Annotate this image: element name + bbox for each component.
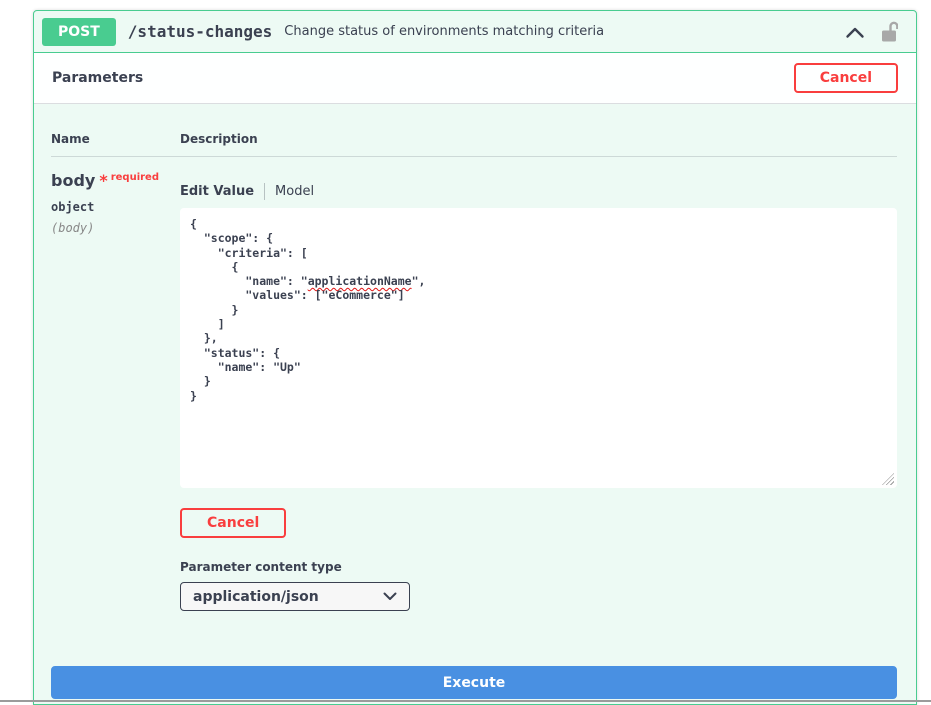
endpoint-path: /status-changes: [128, 22, 273, 41]
swagger-page: POST /status-changes Change status of en…: [0, 0, 931, 705]
parameters-title: Parameters: [52, 70, 143, 86]
param-in: (body): [51, 221, 180, 235]
unlocked-padlock-icon[interactable]: [880, 20, 898, 43]
required-star: *: [99, 171, 107, 190]
chevron-up-icon[interactable]: [845, 24, 865, 40]
param-name: body* required: [51, 171, 180, 190]
required-label: required: [111, 172, 159, 183]
column-header-name: Name: [51, 132, 180, 146]
parameters-section-header: Parameters Cancel: [34, 53, 916, 104]
opblock-post: POST /status-changes Change status of en…: [33, 10, 917, 705]
execute-wrap: Execute: [51, 666, 897, 699]
misspelled-word: applicationName: [308, 274, 412, 288]
parameters-content: Name Description body* required object (b…: [34, 104, 916, 699]
content-type-select[interactable]: application/json: [180, 582, 410, 611]
body-editor[interactable]: { "scope": { "criteria": [ { "name": "ap…: [180, 208, 897, 488]
tab-separator: [264, 183, 265, 200]
tab-edit-value[interactable]: Edit Value: [180, 184, 254, 199]
column-header-description: Description: [180, 132, 897, 146]
content-type-label: Parameter content type: [180, 560, 897, 574]
method-badge: POST: [42, 18, 116, 46]
body-param-row: body* required object (body) Edit Value M…: [51, 157, 897, 611]
header-icons: [845, 20, 898, 43]
param-name-cell: body* required object (body): [51, 171, 180, 611]
body-json-value[interactable]: { "scope": { "criteria": [ { "name": "ap…: [190, 217, 887, 403]
endpoint-summary: Change status of environments matching c…: [284, 24, 604, 39]
cancel-operation-button[interactable]: Cancel: [794, 63, 898, 93]
content-type-selected: application/json: [193, 589, 319, 605]
resize-handle-icon[interactable]: [882, 473, 894, 485]
body-editor-tabs: Edit Value Model: [180, 183, 897, 200]
cancel-edit-button[interactable]: Cancel: [180, 508, 286, 538]
parameters-table-header: Name Description: [51, 104, 897, 157]
param-type: object: [51, 200, 180, 214]
param-description-cell: Edit Value Model { "scope": { "criteria"…: [180, 171, 897, 611]
execute-button[interactable]: Execute: [51, 666, 897, 699]
opblock-header[interactable]: POST /status-changes Change status of en…: [34, 11, 916, 53]
param-name-label: body: [51, 171, 95, 190]
window-bottom-edge: [0, 700, 931, 702]
chevron-down-icon: [383, 589, 397, 605]
tab-model[interactable]: Model: [275, 184, 314, 199]
